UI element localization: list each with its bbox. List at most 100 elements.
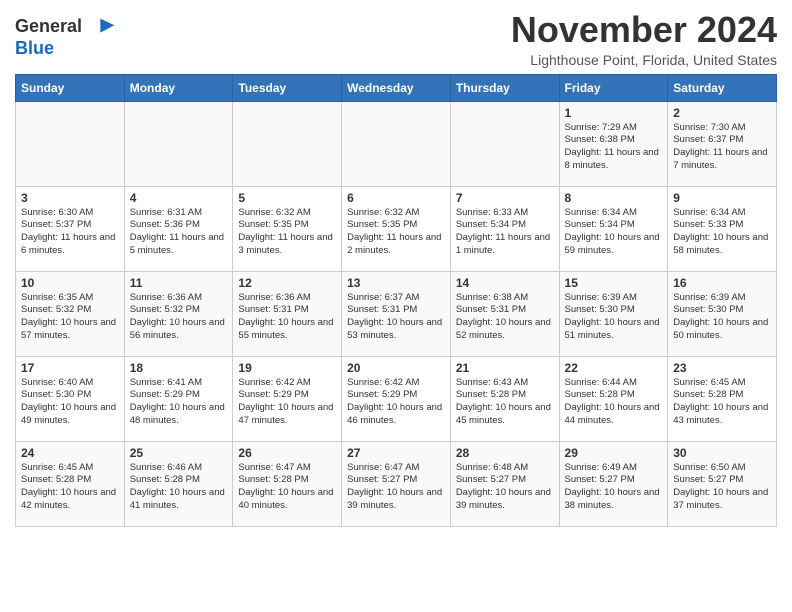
day-info: Sunrise: 7:30 AM Sunset: 6:37 PM Dayligh…: [673, 122, 771, 173]
calendar-cell: [124, 101, 233, 186]
day-info: Sunrise: 6:46 AM Sunset: 5:28 PM Dayligh…: [130, 462, 228, 513]
calendar-cell: 24Sunrise: 6:45 AM Sunset: 5:28 PM Dayli…: [16, 441, 125, 526]
day-number: 25: [130, 446, 228, 460]
day-number: 5: [238, 191, 336, 205]
location-subtitle: Lighthouse Point, Florida, United States: [511, 52, 777, 68]
day-number: 27: [347, 446, 445, 460]
day-info: Sunrise: 6:42 AM Sunset: 5:29 PM Dayligh…: [238, 377, 336, 428]
day-number: 19: [238, 361, 336, 375]
day-number: 17: [21, 361, 119, 375]
day-info: Sunrise: 6:38 AM Sunset: 5:31 PM Dayligh…: [456, 292, 554, 343]
calendar-cell: [450, 101, 559, 186]
calendar-cell: 9Sunrise: 6:34 AM Sunset: 5:33 PM Daylig…: [668, 186, 777, 271]
day-info: Sunrise: 6:36 AM Sunset: 5:32 PM Dayligh…: [130, 292, 228, 343]
calendar-cell: 14 Sunrise: 6:38 AM Sunset: 5:31 PM Dayli…: [450, 271, 559, 356]
day-number: 7: [456, 191, 554, 205]
calendar-cell: 8 Sunrise: 6:34 AM Sunset: 5:34 PM Daylig…: [559, 186, 668, 271]
calendar-cell: 29Sunrise: 6:49 AM Sunset: 5:27 PM Dayli…: [559, 441, 668, 526]
calendar-cell: 27Sunrise: 6:47 AM Sunset: 5:27 PM Dayli…: [342, 441, 451, 526]
day-number: 4: [130, 191, 228, 205]
weekday-header-thursday: Thursday: [450, 74, 559, 101]
calendar-cell: 13Sunrise: 6:37 AM Sunset: 5:31 PM Dayli…: [342, 271, 451, 356]
day-number: 11: [130, 276, 228, 290]
calendar-cell: 16Sunrise: 6:39 AM Sunset: 5:30 PM Dayli…: [668, 271, 777, 356]
calendar-cell: 20 Sunrise: 6:42 AM Sunset: 5:29 PM Dayli…: [342, 356, 451, 441]
logo-icon: [91, 14, 119, 42]
weekday-header-sunday: Sunday: [16, 74, 125, 101]
day-number: 24: [21, 446, 119, 460]
day-number: 21: [456, 361, 554, 375]
calendar-cell: [342, 101, 451, 186]
day-info: Sunrise: 6:32 AM Sunset: 5:35 PM Dayligh…: [238, 207, 336, 258]
day-number: 30: [673, 446, 771, 460]
day-info: Sunrise: 6:32 AM Sunset: 5:35 PM Dayligh…: [347, 207, 445, 258]
day-info: Sunrise: 6:41 AM Sunset: 5:29 PM Dayligh…: [130, 377, 228, 428]
calendar-cell: 10Sunrise: 6:35 AM Sunset: 5:32 PM Dayli…: [16, 271, 125, 356]
day-info: Sunrise: 7:29 AM Sunset: 6:38 PM Dayligh…: [565, 122, 663, 173]
calendar-cell: 17 Sunrise: 6:40 AM Sunset: 5:30 PM Dayli…: [16, 356, 125, 441]
calendar-week-row: 24Sunrise: 6:45 AM Sunset: 5:28 PM Dayli…: [16, 441, 777, 526]
calendar-cell: 15 Sunrise: 6:39 AM Sunset: 5:30 PM Dayli…: [559, 271, 668, 356]
page-header: General Blue November 2024 Lighthouse Po…: [15, 10, 777, 68]
month-title: November 2024: [511, 10, 777, 50]
day-info: Sunrise: 6:40 AM Sunset: 5:30 PM Dayligh…: [21, 377, 119, 428]
calendar-week-row: 17 Sunrise: 6:40 AM Sunset: 5:30 PM Dayli…: [16, 356, 777, 441]
day-info: Sunrise: 6:47 AM Sunset: 5:28 PM Dayligh…: [238, 462, 336, 513]
day-number: 14: [456, 276, 554, 290]
day-info: Sunrise: 6:44 AM Sunset: 5:28 PM Dayligh…: [565, 377, 663, 428]
calendar-cell: 25 Sunrise: 6:46 AM Sunset: 5:28 PM Dayli…: [124, 441, 233, 526]
logo: General Blue: [15, 14, 119, 59]
calendar-cell: 4 Sunrise: 6:31 AM Sunset: 5:36 PM Daylig…: [124, 186, 233, 271]
day-number: 18: [130, 361, 228, 375]
day-info: Sunrise: 6:39 AM Sunset: 5:30 PM Dayligh…: [565, 292, 663, 343]
day-info: Sunrise: 6:43 AM Sunset: 5:28 PM Dayligh…: [456, 377, 554, 428]
calendar-cell: 7 Sunrise: 6:33 AM Sunset: 5:34 PM Daylig…: [450, 186, 559, 271]
day-info: Sunrise: 6:48 AM Sunset: 5:27 PM Dayligh…: [456, 462, 554, 513]
day-info: Sunrise: 6:36 AM Sunset: 5:31 PM Dayligh…: [238, 292, 336, 343]
calendar-cell: 3Sunrise: 6:30 AM Sunset: 5:37 PM Daylig…: [16, 186, 125, 271]
day-info: Sunrise: 6:49 AM Sunset: 5:27 PM Dayligh…: [565, 462, 663, 513]
day-number: 12: [238, 276, 336, 290]
day-number: 22: [565, 361, 663, 375]
calendar-cell: 18 Sunrise: 6:41 AM Sunset: 5:29 PM Dayli…: [124, 356, 233, 441]
calendar-cell: 21 Sunrise: 6:43 AM Sunset: 5:28 PM Dayli…: [450, 356, 559, 441]
weekday-header-saturday: Saturday: [668, 74, 777, 101]
day-info: Sunrise: 6:31 AM Sunset: 5:36 PM Dayligh…: [130, 207, 228, 258]
calendar-cell: 30Sunrise: 6:50 AM Sunset: 5:27 PM Dayli…: [668, 441, 777, 526]
weekday-header-wednesday: Wednesday: [342, 74, 451, 101]
weekday-header-tuesday: Tuesday: [233, 74, 342, 101]
day-number: 26: [238, 446, 336, 460]
day-number: 3: [21, 191, 119, 205]
calendar-cell: 19 Sunrise: 6:42 AM Sunset: 5:29 PM Dayli…: [233, 356, 342, 441]
calendar-cell: 11 Sunrise: 6:36 AM Sunset: 5:32 PM Dayli…: [124, 271, 233, 356]
weekday-header-monday: Monday: [124, 74, 233, 101]
calendar-cell: 23Sunrise: 6:45 AM Sunset: 5:28 PM Dayli…: [668, 356, 777, 441]
day-number: 8: [565, 191, 663, 205]
calendar-cell: 26 Sunrise: 6:47 AM Sunset: 5:28 PM Dayli…: [233, 441, 342, 526]
calendar-table: SundayMondayTuesdayWednesdayThursdayFrid…: [15, 74, 777, 527]
calendar-cell: 2 Sunrise: 7:30 AM Sunset: 6:37 PM Daylig…: [668, 101, 777, 186]
day-info: Sunrise: 6:33 AM Sunset: 5:34 PM Dayligh…: [456, 207, 554, 258]
calendar-week-row: 1 Sunrise: 7:29 AM Sunset: 6:38 PM Daylig…: [16, 101, 777, 186]
calendar-cell: 22 Sunrise: 6:44 AM Sunset: 5:28 PM Dayli…: [559, 356, 668, 441]
day-number: 28: [456, 446, 554, 460]
calendar-body: 1 Sunrise: 7:29 AM Sunset: 6:38 PM Daylig…: [16, 101, 777, 526]
day-info: Sunrise: 6:34 AM Sunset: 5:34 PM Dayligh…: [565, 207, 663, 258]
calendar-cell: [16, 101, 125, 186]
title-block: November 2024 Lighthouse Point, Florida,…: [511, 10, 777, 68]
calendar-cell: 28 Sunrise: 6:48 AM Sunset: 5:27 PM Dayli…: [450, 441, 559, 526]
day-info: Sunrise: 6:42 AM Sunset: 5:29 PM Dayligh…: [347, 377, 445, 428]
calendar-cell: 12 Sunrise: 6:36 AM Sunset: 5:31 PM Dayli…: [233, 271, 342, 356]
day-number: 13: [347, 276, 445, 290]
day-number: 1: [565, 106, 663, 120]
calendar-header-row: SundayMondayTuesdayWednesdayThursdayFrid…: [16, 74, 777, 101]
day-number: 2: [673, 106, 771, 120]
calendar-week-row: 10Sunrise: 6:35 AM Sunset: 5:32 PM Dayli…: [16, 271, 777, 356]
day-number: 10: [21, 276, 119, 290]
day-info: Sunrise: 6:34 AM Sunset: 5:33 PM Dayligh…: [673, 207, 771, 258]
day-number: 16: [673, 276, 771, 290]
day-number: 20: [347, 361, 445, 375]
calendar-cell: 1 Sunrise: 7:29 AM Sunset: 6:38 PM Daylig…: [559, 101, 668, 186]
calendar-cell: 5 Sunrise: 6:32 AM Sunset: 5:35 PM Daylig…: [233, 186, 342, 271]
day-number: 15: [565, 276, 663, 290]
